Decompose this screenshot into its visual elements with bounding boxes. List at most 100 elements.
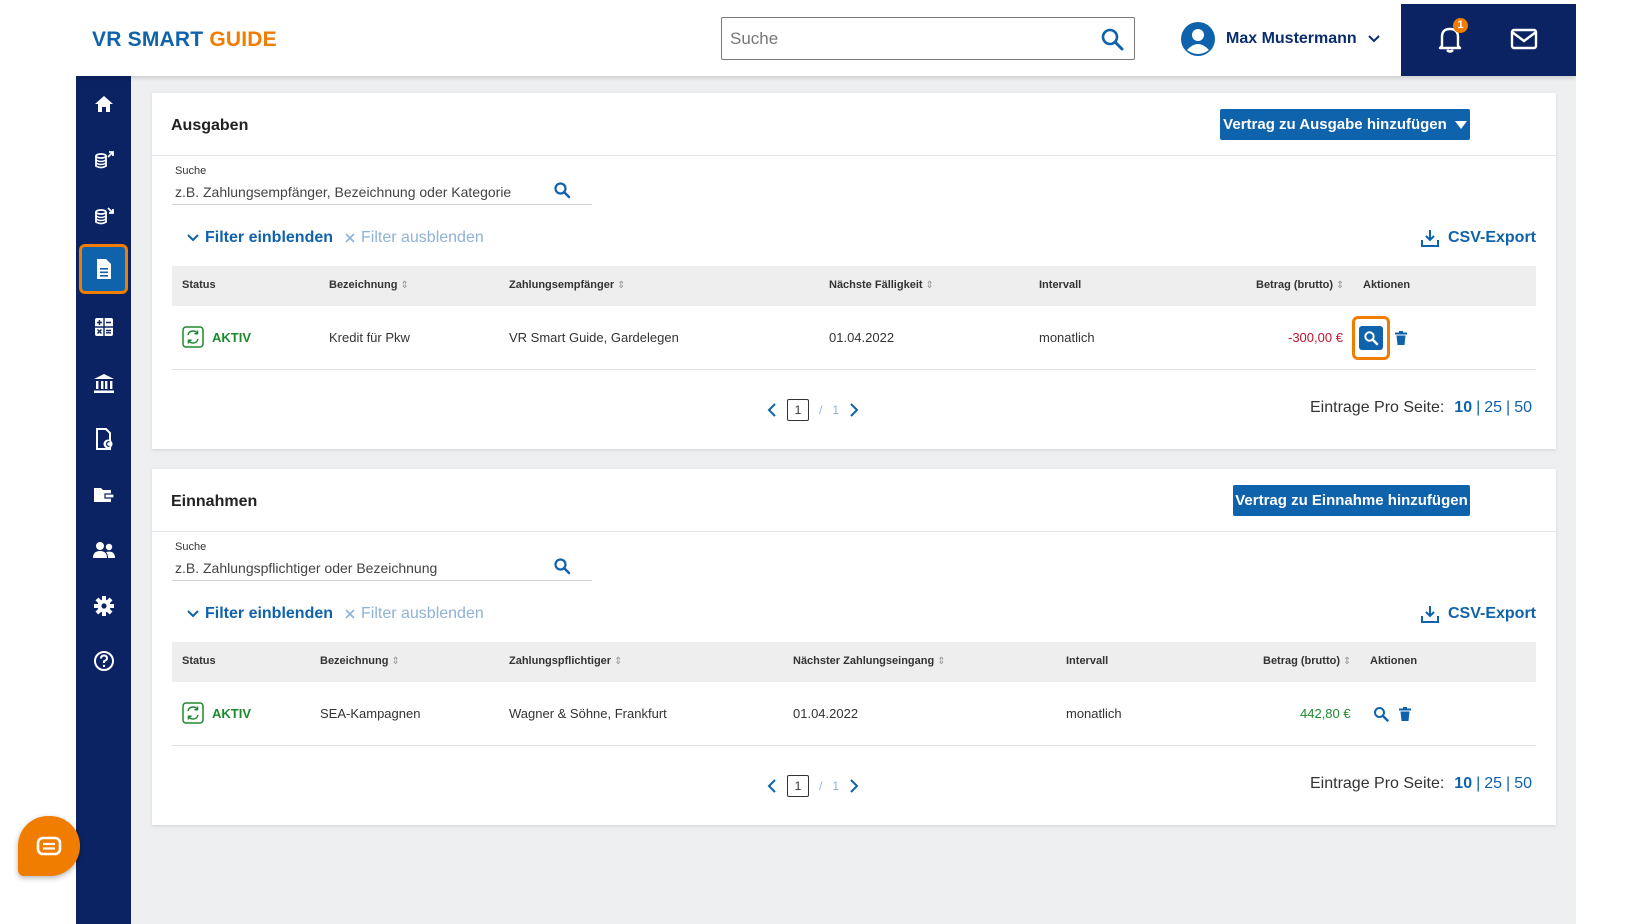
bank-icon [93,374,114,393]
add-income-contract-button[interactable]: Vertrag zu Einnahme hinzufügen [1233,485,1470,516]
sidebar-item-income[interactable] [76,194,131,238]
income-filter-hide[interactable]: Filter ausblenden [345,605,484,623]
income-icon [94,207,114,225]
income-filter-hide-label: Filter ausblenden [361,605,484,622]
page-input[interactable]: 1 [787,399,809,421]
logo-text-primary: VR SMART [92,28,204,51]
sort-icon: ⇕ [400,280,409,291]
chevron-down-icon [1367,35,1380,43]
sidebar-item-home[interactable] [76,82,131,126]
sidebar-nav [76,76,131,924]
page-total: 1 [832,779,840,793]
chevron-left-icon[interactable] [767,779,777,793]
column-header-bezeichnung[interactable]: Bezeichnung ⇕ [320,655,400,667]
page-size-separator: | [1476,399,1481,416]
add-expense-contract-button[interactable]: Vertrag zu Ausgabe hinzufügen [1220,109,1470,140]
expenses-table-header: Status Bezeichnung ⇕ Zahlungsempfänger ⇕ N… [172,266,1536,306]
expenses-filter-hide-label: Filter ausblenden [361,229,484,246]
search-icon[interactable] [553,557,571,575]
global-search-input[interactable] [730,24,1090,54]
add-expense-contract-label: Vertrag zu Ausgabe hinzufügen [1223,116,1447,133]
search-icon[interactable] [553,181,571,199]
chevron-left-icon[interactable] [767,403,777,417]
sort-icon: ⇕ [614,656,623,667]
add-income-contract-label: Vertrag zu Einnahme hinzufügen [1235,492,1468,509]
logo-text-accent: GUIDE [209,28,277,51]
column-header-faelligkeit[interactable]: Nächste Fälligkeit ⇕ [829,279,934,291]
page-size-50[interactable]: 50 [1514,399,1532,417]
chat-icon [36,836,62,856]
column-header-betrag[interactable]: Betrag (brutto) ⇕ [1263,655,1351,667]
sidebar-item-bank[interactable] [76,361,131,405]
income-filter-show-label: Filter einblenden [205,605,334,622]
page-size-25[interactable]: 25 [1484,775,1502,793]
expenses-filter-show-label: Filter einblenden [205,229,334,246]
column-header-intervall: Intervall [1039,279,1082,291]
expenses-search: Suche [172,165,592,205]
row-actions [1368,699,1412,729]
divider [152,155,1556,156]
expenses-filter-hide[interactable]: Filter ausblenden [345,229,484,247]
column-header-bezeichnung[interactable]: Bezeichnung ⇕ [329,279,409,291]
sidebar-item-documents[interactable] [76,473,131,517]
sidebar-item-contracts[interactable] [79,244,128,294]
calculator-icon [94,318,113,336]
chevron-down-icon [187,610,199,618]
sidebar-item-expenses[interactable] [76,138,131,182]
income-table-header: Status Bezeichnung ⇕ Zahlungspflichtiger ⇕… [172,642,1536,682]
sidebar-item-calculator[interactable] [76,305,131,349]
view-contract-button[interactable] [1368,699,1394,729]
income-page-size: Eintrage Pro Seite: 10 | 25 | 50 [1310,775,1532,793]
trash-icon [1399,707,1411,721]
table-row: AKTIV Kredit für Pkw VR Smart Guide, Gar… [172,306,1536,370]
messages-button[interactable] [1507,22,1541,56]
contracts-icon [96,259,111,279]
page-input[interactable]: 1 [787,775,809,797]
recurring-icon [182,702,204,724]
sidebar-item-settings[interactable] [76,584,131,628]
status-text: AKTIV [212,329,251,345]
column-header-status: Status [182,279,216,291]
expenses-csv-export[interactable]: CSV-Export [1420,228,1536,248]
delete-contract-button[interactable] [1398,699,1412,729]
income-title: Einnahmen [171,493,258,510]
divider [152,531,1556,532]
delete-contract-button[interactable] [1394,323,1408,353]
column-header-aktionen: Aktionen [1370,655,1418,667]
page-size-50[interactable]: 50 [1514,775,1532,793]
cell-bezeichnung: SEA-Kampagnen [320,706,421,721]
app-logo[interactable]: VR SMART GUIDE [92,28,277,52]
chevron-right-icon[interactable] [849,779,859,793]
sort-icon: ⇕ [925,280,934,291]
column-header-empfaenger[interactable]: Zahlungsempfänger ⇕ [509,279,626,291]
search-icon[interactable] [1100,27,1124,51]
column-header-eingang[interactable]: Nächster Zahlungseingang ⇕ [793,655,946,667]
top-header: VR SMART GUIDE Max Mustermann [76,4,1576,76]
table-row: AKTIV SEA-Kampagnen Wagner & Söhne, Fran… [172,682,1536,746]
chevron-right-icon[interactable] [849,403,859,417]
magnifier-icon [1364,331,1379,346]
chat-button[interactable] [18,816,80,876]
view-contract-button[interactable] [1352,316,1390,360]
status-badge: AKTIV [182,702,251,724]
income-filter-show[interactable]: Filter einblenden [187,605,333,623]
income-csv-export[interactable]: CSV-Export [1420,604,1536,624]
home-icon [94,96,113,112]
column-header-betrag[interactable]: Betrag (brutto) ⇕ [1256,279,1344,291]
users-icon [92,542,115,558]
sidebar-item-users[interactable] [76,528,131,572]
income-search-input[interactable] [175,557,535,579]
income-pagination: 1 / 1 [767,775,859,797]
page-size-10[interactable]: 10 [1454,399,1472,417]
notifications-button[interactable]: 1 [1433,18,1468,56]
page-size-25[interactable]: 25 [1484,399,1502,417]
expenses-filter-show[interactable]: Filter einblenden [187,229,333,247]
user-menu[interactable]: Max Mustermann [1180,21,1381,57]
column-header-pflichtiger[interactable]: Zahlungspflichtiger ⇕ [509,655,622,667]
sidebar-item-help[interactable] [76,639,131,683]
expenses-title: Ausgaben [171,117,249,134]
expenses-search-input[interactable] [175,181,535,203]
page-size-label: Eintrage Pro Seite: [1310,399,1445,416]
page-size-10[interactable]: 10 [1454,775,1472,793]
sidebar-item-invoices[interactable] [76,417,131,461]
